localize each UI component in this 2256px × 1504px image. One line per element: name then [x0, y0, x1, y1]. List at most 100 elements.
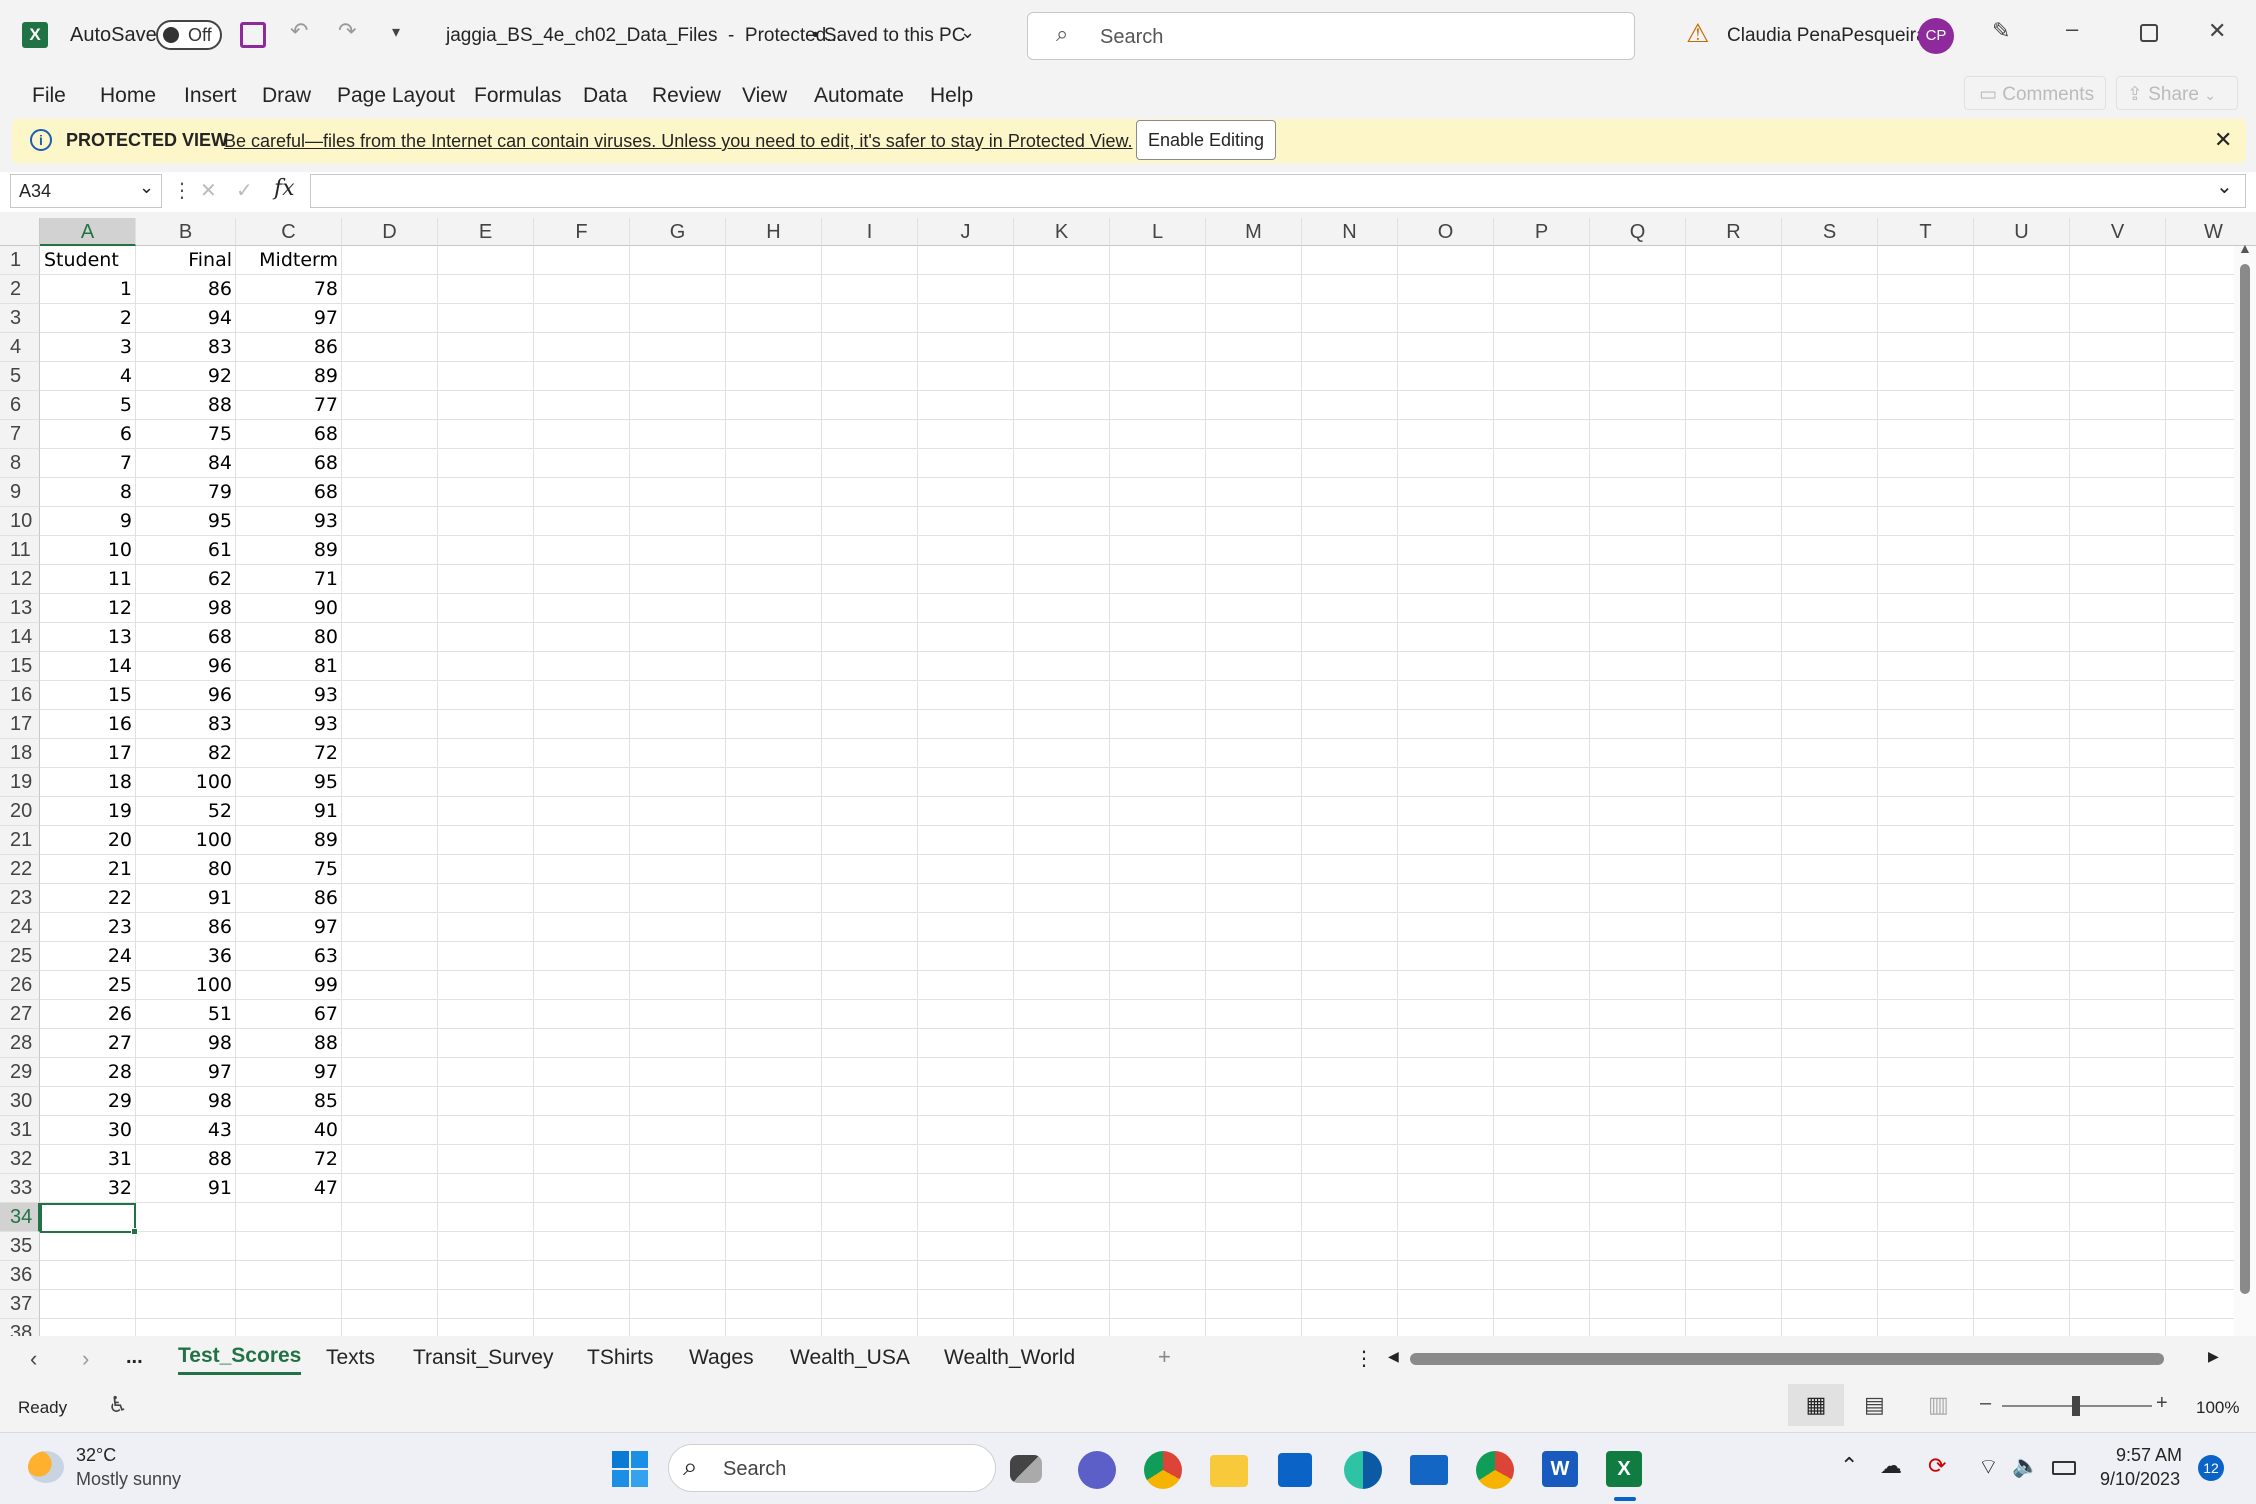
zoom-slider[interactable]	[2002, 1396, 2152, 1416]
sheet-tab-test-scores[interactable]: Test_Scores	[178, 1344, 302, 1375]
cell-final[interactable]: 86	[136, 913, 236, 942]
chrome-icon[interactable]	[1144, 1451, 1182, 1489]
column-header-v[interactable]: V	[2070, 218, 2166, 246]
column-header-u[interactable]: U	[1974, 218, 2070, 246]
row-header-2[interactable]: 2	[0, 275, 40, 304]
minimize-icon[interactable]: –	[2066, 16, 2078, 42]
volume-icon[interactable]: 🔈	[2012, 1453, 2039, 1479]
row-header-17[interactable]: 17	[0, 710, 40, 739]
page-break-view-icon[interactable]: ▥	[1928, 1392, 1949, 1418]
user-name[interactable]: Claudia PenaPesqueira	[1727, 25, 1927, 47]
cell-midterm[interactable]: 93	[236, 710, 342, 739]
select-all-corner[interactable]	[0, 218, 40, 246]
cell-student[interactable]: 16	[40, 710, 136, 739]
sheet-tab-wages[interactable]: Wages	[689, 1346, 754, 1370]
row-header-9[interactable]: 9	[0, 478, 40, 507]
chrome-profile-icon[interactable]	[1476, 1451, 1514, 1489]
zoom-slider-thumb[interactable]	[2072, 1396, 2080, 1416]
tab-formulas[interactable]: Formulas	[474, 84, 562, 108]
column-header-l[interactable]: L	[1110, 218, 1206, 246]
close-protected-view-icon[interactable]: ✕	[2214, 127, 2232, 153]
cell-student[interactable]: 12	[40, 594, 136, 623]
cell-midterm[interactable]: 72	[236, 1145, 342, 1174]
row-header-6[interactable]: 6	[0, 391, 40, 420]
zoom-level[interactable]: 100%	[2196, 1398, 2239, 1418]
cell-student[interactable]: 8	[40, 478, 136, 507]
sheet-tab-texts[interactable]: Texts	[326, 1346, 375, 1370]
cell-final[interactable]: 62	[136, 565, 236, 594]
cell-final[interactable]: 96	[136, 681, 236, 710]
tab-split-icon[interactable]: ⋮	[1354, 1346, 1374, 1371]
cell-student[interactable]: 32	[40, 1174, 136, 1203]
row-header-35[interactable]: 35	[0, 1232, 40, 1261]
cell-student[interactable]: 7	[40, 449, 136, 478]
fill-handle-icon[interactable]	[131, 1228, 138, 1235]
cell-midterm[interactable]: 63	[236, 942, 342, 971]
name-box-chevron-icon[interactable]: ⌄	[139, 177, 154, 198]
cell-student[interactable]: 31	[40, 1145, 136, 1174]
taskbar-search-box[interactable]: ⌕ Search	[668, 1444, 996, 1492]
cell-midterm[interactable]: 68	[236, 449, 342, 478]
cell-midterm[interactable]: 77	[236, 391, 342, 420]
cell-student[interactable]: 5	[40, 391, 136, 420]
row-header-29[interactable]: 29	[0, 1058, 40, 1087]
column-header-r[interactable]: R	[1686, 218, 1782, 246]
tab-page-layout[interactable]: Page Layout	[337, 84, 455, 108]
save-status[interactable]: • Saved to this PC	[812, 25, 965, 47]
column-header-q[interactable]: Q	[1590, 218, 1686, 246]
row-header-3[interactable]: 3	[0, 304, 40, 333]
tab-file[interactable]: File	[32, 84, 66, 108]
row-header-15[interactable]: 15	[0, 652, 40, 681]
cell-midterm[interactable]: 89	[236, 826, 342, 855]
cell-midterm[interactable]: 67	[236, 1000, 342, 1029]
cell-midterm[interactable]: 85	[236, 1087, 342, 1116]
cell-student[interactable]: 28	[40, 1058, 136, 1087]
accessibility-icon[interactable]: ♿	[108, 1392, 128, 1418]
cell-midterm[interactable]: 47	[236, 1174, 342, 1203]
cell-student[interactable]: 22	[40, 884, 136, 913]
more-options-icon[interactable]: ⋮	[172, 178, 192, 203]
weather-icon[interactable]	[28, 1451, 64, 1483]
cell-final[interactable]: 98	[136, 594, 236, 623]
start-button[interactable]	[612, 1451, 648, 1487]
sheet-tab-tshirts[interactable]: TShirts	[587, 1346, 654, 1370]
cell-final[interactable]: 86	[136, 275, 236, 304]
cell-student[interactable]: 14	[40, 652, 136, 681]
cell-midterm[interactable]: 95	[236, 768, 342, 797]
row-header-26[interactable]: 26	[0, 971, 40, 1000]
wifi-icon[interactable]: ⌔	[1978, 1453, 1999, 1481]
task-view-icon[interactable]	[1010, 1455, 1042, 1483]
cell-student[interactable]: 3	[40, 333, 136, 362]
file-explorer-icon[interactable]	[1210, 1455, 1248, 1487]
worksheet-grid[interactable]: ABCDEFGHIJKLMNOPQRSTUVW 1 2 3 4 5 6 7 8 9 10 11 12 1…	[0, 218, 2256, 1336]
tab-home[interactable]: Home	[100, 84, 156, 108]
cell-final[interactable]: 51	[136, 1000, 236, 1029]
column-header-j[interactable]: J	[918, 218, 1014, 246]
cell-student[interactable]: 11	[40, 565, 136, 594]
cell-student[interactable]: 9	[40, 507, 136, 536]
row-header-19[interactable]: 19	[0, 768, 40, 797]
share-button[interactable]: ⇪ Share ⌄	[2116, 76, 2238, 110]
cell-final[interactable]: 52	[136, 797, 236, 826]
column-header-t[interactable]: T	[1878, 218, 1974, 246]
column-header-k[interactable]: K	[1014, 218, 1110, 246]
cell-midterm[interactable]: 93	[236, 507, 342, 536]
sheet-tab-wealth-world[interactable]: Wealth_World	[944, 1346, 1075, 1370]
sheet-tab-transit-survey[interactable]: Transit_Survey	[413, 1346, 553, 1370]
avatar[interactable]: CP	[1918, 18, 1954, 54]
cell-midterm[interactable]: 93	[236, 681, 342, 710]
row-header-25[interactable]: 25	[0, 942, 40, 971]
cell-student[interactable]: 6	[40, 420, 136, 449]
cell-midterm[interactable]: 71	[236, 565, 342, 594]
row-header-28[interactable]: 28	[0, 1029, 40, 1058]
cell-final[interactable]: 98	[136, 1087, 236, 1116]
column-header-h[interactable]: H	[726, 218, 822, 246]
cell-midterm[interactable]: 90	[236, 594, 342, 623]
cell-student[interactable]: 26	[40, 1000, 136, 1029]
cell-student[interactable]: 21	[40, 855, 136, 884]
cell-final[interactable]: 96	[136, 652, 236, 681]
cell-final[interactable]: 100	[136, 768, 236, 797]
tab-insert[interactable]: Insert	[184, 84, 237, 108]
cell-student[interactable]: 29	[40, 1087, 136, 1116]
tab-view[interactable]: View	[742, 84, 787, 108]
